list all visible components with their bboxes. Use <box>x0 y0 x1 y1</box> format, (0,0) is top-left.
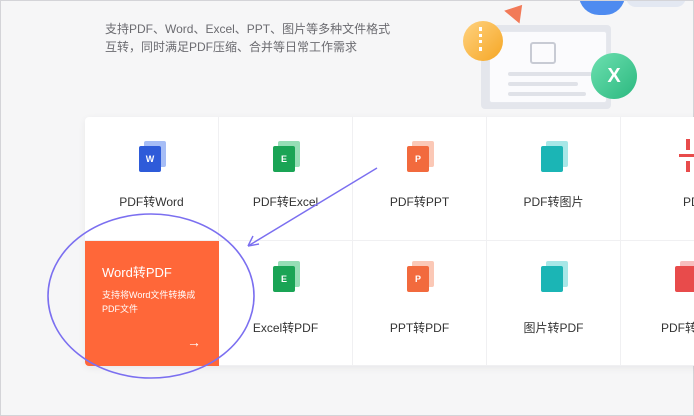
excel-icon: E <box>273 261 300 292</box>
ppt-icon: P <box>407 261 434 292</box>
ppt-icon: P <box>407 141 434 172</box>
intro-line-2: 互转，同时满足PDF压缩、合并等日常工作需求 <box>105 40 358 54</box>
excel-icon: E <box>273 141 300 172</box>
tool-pdf-compress[interactable]: PDF压 <box>621 117 694 241</box>
tool-label: PDF转 <box>661 321 694 335</box>
image-icon <box>541 141 568 172</box>
pdf-icon <box>675 261 694 292</box>
word-icon: W <box>139 141 166 172</box>
tool-pdf-to-word[interactable]: W PDF转Word <box>85 117 219 241</box>
tool-label: PDF转Excel <box>252 195 319 209</box>
tool-ppt-to-pdf[interactable]: P PPT转PDF <box>353 241 487 366</box>
arrow-right-icon[interactable]: → <box>187 334 201 350</box>
tool-label: 图片转PDF <box>523 321 584 335</box>
tool-label: PDF转图片 <box>523 195 584 209</box>
excel-badge-icon: X <box>591 53 637 99</box>
tool-label: PDF转PPT <box>389 195 450 209</box>
tool-pdf-to-image[interactable]: PDF转图片 <box>487 117 621 241</box>
text-line <box>508 72 592 76</box>
tool-pdf-to-other[interactable]: PDF转 <box>621 241 694 366</box>
tools-grid: W PDF转Word E PDF转Excel P PDF转PPT PDF转图片 … <box>85 117 694 366</box>
text-line <box>508 82 578 86</box>
tool-pdf-to-ppt[interactable]: P PDF转PPT <box>353 117 487 241</box>
decor-blob-icon <box>579 1 625 15</box>
hero-illustration: X <box>441 1 694 111</box>
featured-description: 支持将Word文件转换成PDF文件 <box>102 290 196 314</box>
tool-pdf-to-excel[interactable]: E PDF转Excel <box>219 117 353 241</box>
zip-file-icon <box>463 21 503 61</box>
decor-shape-icon <box>626 1 686 7</box>
tool-label: PDF转Word <box>119 195 184 209</box>
paper-plane-icon <box>504 1 530 24</box>
document-card-icon <box>489 31 607 103</box>
intro-text: 支持PDF、Word、Excel、PPT、图片等多种文件格式 互转，同时满足PD… <box>105 20 390 56</box>
tool-word-to-pdf-featured[interactable]: Word转PDF 支持将Word文件转换成PDF文件 → <box>85 241 219 366</box>
image-icon <box>541 261 568 292</box>
compress-icon <box>675 139 694 173</box>
tool-label: PPT转PDF <box>389 321 450 335</box>
tool-label: Excel转PDF <box>252 321 319 335</box>
profile-picture-icon <box>530 42 556 64</box>
text-line <box>508 92 586 96</box>
tool-label: PDF压 <box>683 195 694 209</box>
intro-line-1: 支持PDF、Word、Excel、PPT、图片等多种文件格式 <box>105 22 391 36</box>
tool-excel-to-pdf[interactable]: E Excel转PDF <box>219 241 353 366</box>
featured-title: Word转PDF <box>102 265 172 280</box>
tool-image-to-pdf[interactable]: 图片转PDF <box>487 241 621 366</box>
